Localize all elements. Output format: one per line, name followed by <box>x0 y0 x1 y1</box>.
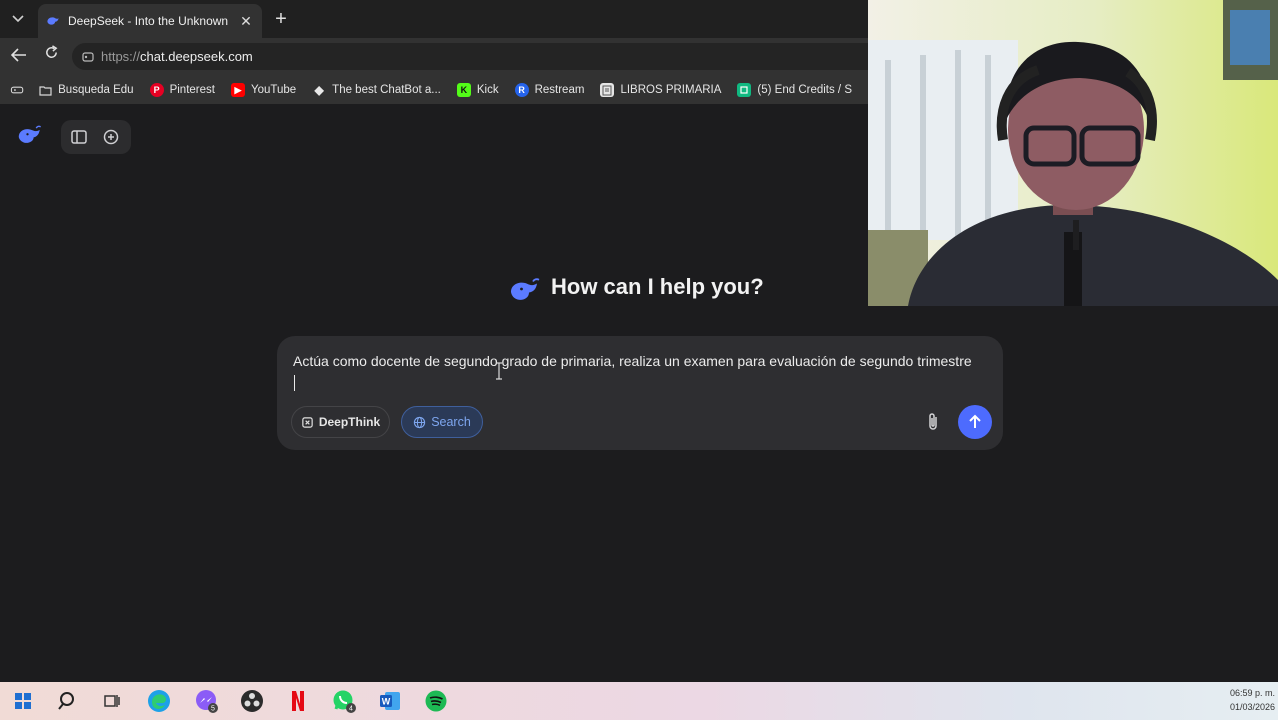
message-input[interactable]: Actúa como docente de segundo grado de p… <box>293 350 973 394</box>
sidebar-toggle-icon[interactable] <box>68 126 90 148</box>
bookmark-label: YouTube <box>250 84 297 96</box>
whatsapp-badge: 4 <box>349 706 353 713</box>
deepthink-label: DeepThink <box>318 415 381 429</box>
system-clock[interactable]: 06:59 p. m. 01/03/2026 <box>1205 686 1275 714</box>
tab-title: DeepSeek - Into the Unknown <box>68 14 229 28</box>
spotify-icon[interactable] <box>423 688 449 714</box>
greeting-heading: How can I help you? <box>551 274 764 299</box>
bookmark-busqueda-edu[interactable]: Busqueda Edu <box>38 83 134 97</box>
bookmark-restream[interactable]: R Restream <box>514 83 585 97</box>
reload-icon[interactable] <box>40 45 62 67</box>
deepthink-button[interactable]: DeepThink <box>291 406 390 438</box>
edge-icon[interactable] <box>146 688 172 714</box>
bookmark-label: Pinterest <box>169 84 215 96</box>
folder-icon <box>38 83 52 97</box>
url-host: chat.deepseek.com <box>140 49 253 64</box>
whatsapp-icon[interactable]: 4 <box>331 688 357 714</box>
tab-close-icon[interactable]: ✕ <box>236 13 256 30</box>
deepseek-whale-logo-icon <box>511 278 540 300</box>
messenger-badge: 5 <box>211 706 215 713</box>
bookmarks-bar: Busqueda Edu P Pinterest ▶ YouTube ◆ The… <box>0 76 868 104</box>
bookmark-youtube[interactable]: ▶ YouTube <box>230 83 297 97</box>
obs-icon[interactable] <box>239 688 265 714</box>
bookmark-libros-primaria[interactable]: LIBROS PRIMARIA <box>600 83 721 97</box>
arrow-up-icon <box>969 414 981 428</box>
deepseek-whale-icon <box>47 17 59 25</box>
message-input-text: Actúa como docente de segundo grado de p… <box>293 353 972 369</box>
search-toggle-button[interactable]: Search <box>401 406 483 438</box>
search-label: Search <box>431 415 471 429</box>
bookmark-label: (5) End Credits / S <box>757 84 852 96</box>
text-caret <box>294 375 295 391</box>
pinterest-icon: P <box>149 83 164 97</box>
youtube-icon: ▶ <box>230 83 245 97</box>
windows-start-icon[interactable] <box>10 688 36 714</box>
webcam-person-image <box>868 0 1278 306</box>
webcam-overlay <box>868 0 1278 306</box>
windows-taskbar <box>0 682 1278 720</box>
restream-icon: R <box>514 83 529 97</box>
site-info-icon[interactable] <box>82 51 94 63</box>
kick-icon: K <box>456 83 471 97</box>
bookmark-label: The best ChatBot a... <box>332 84 441 96</box>
send-button[interactable] <box>958 405 992 439</box>
bookmark-label: Busqueda Edu <box>58 84 134 96</box>
address-bar[interactable]: https://chat.deepseek.com <box>72 43 868 70</box>
book-icon <box>600 83 615 97</box>
tab-search-chevron-icon[interactable] <box>6 8 30 30</box>
bookmark-chatbot[interactable]: ◆ The best ChatBot a... <box>312 83 441 97</box>
search-icon[interactable] <box>55 688 81 714</box>
deepseek-logo-icon[interactable] <box>17 124 45 148</box>
clock-date: 01/03/2026 <box>1229 702 1275 712</box>
clock-time: 06:59 p. m. <box>1229 688 1275 698</box>
tab-deepseek[interactable]: DeepSeek - Into the Unknown ✕ <box>38 4 262 38</box>
url-prefix: https:// <box>101 49 141 64</box>
bookmark-label: LIBROS PRIMARIA <box>620 84 722 96</box>
bookmark-kick[interactable]: K Kick <box>456 83 499 97</box>
messenger-icon[interactable]: 5 <box>193 688 219 714</box>
word-icon[interactable]: W <box>377 688 403 714</box>
globe-icon <box>414 416 426 428</box>
bookmark-end-credits[interactable]: (5) End Credits / S <box>737 83 852 97</box>
task-view-icon[interactable] <box>99 688 125 714</box>
text-cursor-icon <box>496 362 502 380</box>
bookmark-label: Restream <box>534 84 585 96</box>
deepthink-icon <box>302 416 313 428</box>
bookmark-pinterest[interactable]: P Pinterest <box>149 83 215 97</box>
new-chat-icon[interactable] <box>100 126 122 148</box>
netflix-icon[interactable] <box>285 688 311 714</box>
collections-icon[interactable] <box>10 83 24 97</box>
attachment-paperclip-icon[interactable] <box>923 411 943 433</box>
svg-text:W: W <box>382 697 391 707</box>
new-tab-button[interactable]: + <box>270 8 292 30</box>
diamond-icon: ◆ <box>314 83 324 97</box>
back-arrow-icon[interactable] <box>8 45 30 67</box>
app-icon <box>737 83 752 97</box>
bookmark-label: Kick <box>476 84 499 96</box>
